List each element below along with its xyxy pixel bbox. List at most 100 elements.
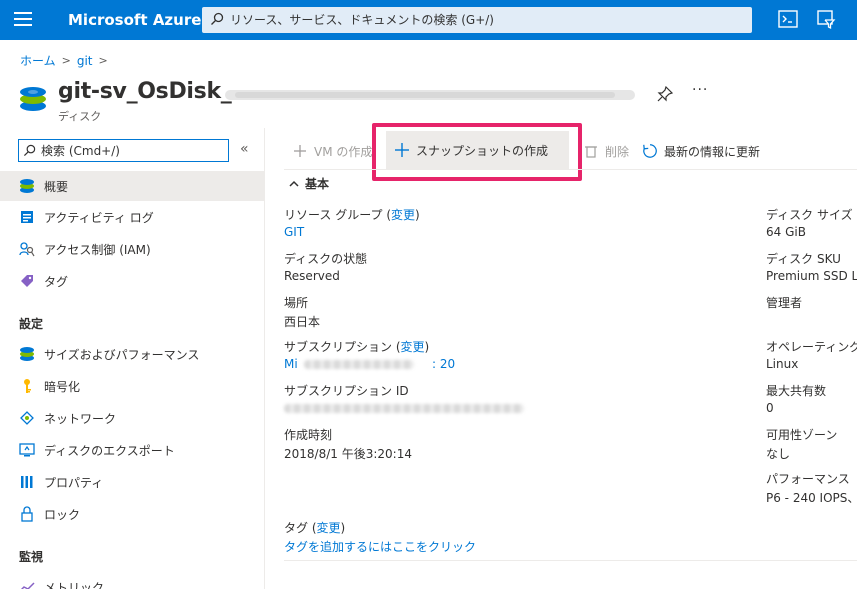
sidebar-item-label: アクセス制御 (IAM) bbox=[44, 242, 151, 257]
location-value: 西日本 bbox=[284, 315, 321, 329]
sidebar-item-label: プロパティ bbox=[44, 475, 104, 490]
breadcrumb-separator: > bbox=[98, 54, 108, 67]
terminal-icon bbox=[778, 10, 798, 28]
refresh-label: 最新の情報に更新 bbox=[664, 144, 761, 159]
breadcrumb-home[interactable]: ホーム bbox=[20, 52, 56, 69]
refresh-icon bbox=[642, 143, 658, 159]
sidebar-item-size-performance[interactable]: サイズおよびパフォーマンス bbox=[0, 339, 264, 369]
highlight-box bbox=[372, 123, 582, 181]
size-performance-icon bbox=[19, 346, 35, 362]
admin-label: 管理者 bbox=[766, 296, 803, 310]
disk-export-icon bbox=[19, 442, 35, 458]
search-icon bbox=[23, 144, 36, 157]
directory-filter-icon bbox=[817, 10, 836, 30]
redacted-subscription-id bbox=[284, 404, 524, 413]
menu-hamburger-icon[interactable] bbox=[14, 12, 32, 28]
breadcrumb-separator: > bbox=[61, 54, 71, 67]
sidebar-item-tags[interactable]: タグ bbox=[0, 266, 264, 296]
performance-value: P6 - 240 IOPS、 bbox=[766, 491, 857, 505]
subscription-value-start[interactable]: Mi bbox=[284, 357, 298, 371]
sidebar-item-label: アクティビティ ログ bbox=[44, 210, 154, 225]
disk-size-label: ディスク サイズ bbox=[766, 208, 853, 222]
pin-icon[interactable] bbox=[657, 86, 673, 102]
created-value: 2018/8/1 午後3:20:14 bbox=[284, 447, 412, 461]
os-label: オペレーティング bbox=[766, 340, 857, 354]
tag-icon bbox=[19, 273, 35, 289]
delete-label: 削除 bbox=[605, 144, 630, 159]
performance-label: パフォーマンス bbox=[766, 472, 850, 486]
essentials-bottom-divider bbox=[284, 560, 857, 561]
disk-sku-value: Premium SSD LR bbox=[766, 269, 857, 283]
trash-icon bbox=[583, 143, 599, 159]
sidebar-item-access-control[interactable]: アクセス制御 (IAM) bbox=[0, 234, 264, 264]
sidebar-search[interactable] bbox=[18, 139, 229, 162]
global-search[interactable] bbox=[202, 7, 752, 33]
resource-group-value[interactable]: GIT bbox=[284, 225, 304, 239]
disk-state-label: ディスクの状態 bbox=[284, 252, 368, 266]
resource-type: ディスク bbox=[58, 110, 102, 123]
sidebar-item-disk-export[interactable]: ディスクのエクスポート bbox=[0, 435, 264, 465]
collapse-sidebar-icon[interactable]: « bbox=[240, 141, 249, 157]
global-search-input[interactable] bbox=[230, 10, 740, 30]
refresh-button[interactable]: 最新の情報に更新 bbox=[642, 141, 760, 161]
sidebar-search-input[interactable] bbox=[41, 142, 226, 159]
network-icon bbox=[19, 410, 35, 426]
breadcrumb: ホーム > git > bbox=[20, 52, 108, 69]
subscription-label: サブスクリプション (変更) bbox=[284, 340, 430, 354]
subscription-value-end[interactable]: : 20 bbox=[432, 357, 455, 371]
resource-group-label: リソース グループ (変更) bbox=[284, 208, 420, 222]
sidebar-item-lock[interactable]: ロック bbox=[0, 499, 264, 529]
availability-zone-label: 可用性ゾーン bbox=[766, 428, 838, 442]
sidebar-section-monitoring: 監視 bbox=[19, 550, 44, 564]
sidebar-item-label: ネットワーク bbox=[44, 411, 117, 426]
create-vm-button[interactable]: VM の作成 bbox=[292, 141, 372, 161]
directory-filter-button[interactable] bbox=[815, 8, 839, 32]
cloud-shell-button[interactable] bbox=[777, 8, 801, 32]
delete-button[interactable]: 削除 bbox=[583, 141, 629, 161]
redacted-subscription bbox=[304, 360, 414, 369]
sidebar-item-properties[interactable]: プロパティ bbox=[0, 467, 264, 497]
location-label: 場所 bbox=[284, 296, 309, 310]
sidebar-item-label: サイズおよびパフォーマンス bbox=[44, 347, 200, 362]
sidebar-item-label: メトリック bbox=[44, 580, 105, 589]
top-bar: Microsoft Azure bbox=[0, 0, 857, 40]
lock-icon bbox=[19, 506, 35, 522]
activity-log-icon bbox=[19, 209, 35, 225]
disk-sku-label: ディスク SKU bbox=[766, 252, 841, 266]
disk-size-value: 64 GiB bbox=[766, 225, 806, 239]
sidebar-item-activity-log[interactable]: アクティビティ ログ bbox=[0, 202, 264, 232]
redacted-title-suffix bbox=[225, 90, 635, 100]
subscription-change-link[interactable]: 変更 bbox=[401, 340, 425, 354]
resource-group-change-link[interactable]: 変更 bbox=[391, 208, 415, 222]
essentials-title: 基本 bbox=[305, 177, 330, 191]
properties-icon bbox=[19, 474, 35, 490]
essentials-toggle[interactable]: 基本 bbox=[289, 175, 329, 192]
managed-disk-icon bbox=[20, 87, 46, 111]
created-label: 作成時刻 bbox=[284, 428, 333, 442]
brand-title[interactable]: Microsoft Azure bbox=[68, 11, 201, 29]
overview-disk-icon bbox=[19, 178, 35, 194]
search-icon bbox=[211, 12, 224, 25]
encryption-key-icon bbox=[19, 378, 35, 394]
sidebar-item-label: ディスクのエクスポート bbox=[44, 443, 175, 458]
sidebar-section-settings: 設定 bbox=[19, 317, 44, 331]
sidebar-item-network[interactable]: ネットワーク bbox=[0, 403, 264, 433]
sidebar-item-overview[interactable]: 概要 bbox=[0, 171, 264, 201]
max-shares-value: 0 bbox=[766, 401, 774, 415]
sidebar-item-label: 概要 bbox=[44, 179, 69, 194]
sidebar-item-metrics[interactable]: メトリック bbox=[0, 572, 264, 589]
tags-change-link[interactable]: 変更 bbox=[317, 521, 341, 535]
access-control-icon bbox=[19, 241, 35, 257]
chevron-up-icon bbox=[289, 180, 299, 187]
command-bar-divider bbox=[284, 169, 857, 170]
disk-state-value: Reserved bbox=[284, 269, 340, 283]
sidebar-item-label: 暗号化 bbox=[44, 379, 81, 394]
plus-icon bbox=[292, 143, 308, 159]
sidebar-item-encryption[interactable]: 暗号化 bbox=[0, 371, 264, 401]
subscription-id-label: サブスクリプション ID bbox=[284, 384, 409, 398]
breadcrumb-git[interactable]: git bbox=[77, 54, 93, 68]
metrics-icon bbox=[19, 579, 35, 589]
sidebar-divider bbox=[264, 128, 265, 589]
more-options-icon[interactable]: ··· bbox=[692, 82, 708, 98]
add-tags-link[interactable]: タグを追加するにはここをクリック bbox=[284, 538, 476, 555]
